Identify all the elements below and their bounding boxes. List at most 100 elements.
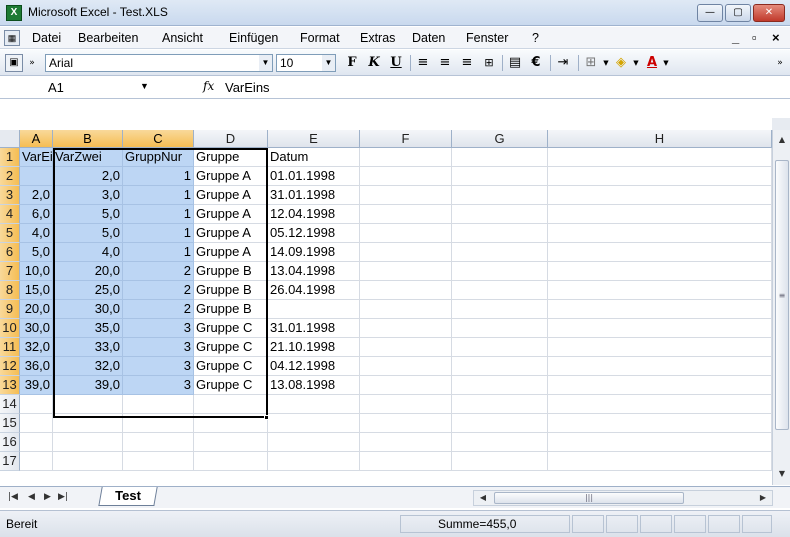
cell-h15[interactable] bbox=[548, 414, 772, 433]
cell-e13[interactable]: 13.08.1998 bbox=[268, 376, 360, 395]
cell-e17[interactable] bbox=[268, 452, 360, 471]
cell-b7[interactable]: 20,0 bbox=[53, 262, 123, 281]
cell-e4[interactable]: 12.04.1998 bbox=[268, 205, 360, 224]
cell-g11[interactable] bbox=[452, 338, 548, 357]
menu-bearbeiten[interactable]: Bearbeiten bbox=[78, 31, 138, 45]
align-left-icon[interactable]: ≡ bbox=[414, 54, 432, 72]
scroll-down-icon[interactable]: ▼ bbox=[774, 466, 790, 482]
cell-e16[interactable] bbox=[268, 433, 360, 452]
column-header-d[interactable]: D bbox=[194, 130, 268, 148]
cell-h3[interactable] bbox=[548, 186, 772, 205]
cell-c9[interactable]: 2 bbox=[123, 300, 194, 319]
fill-color-icon[interactable]: ◈ bbox=[612, 54, 630, 72]
cell-h1[interactable] bbox=[548, 148, 772, 167]
cell-c13[interactable]: 3 bbox=[123, 376, 194, 395]
cell-h12[interactable] bbox=[548, 357, 772, 376]
cell-g12[interactable] bbox=[452, 357, 548, 376]
row-header[interactable]: 5 bbox=[0, 224, 20, 243]
cell-d10[interactable]: Gruppe C bbox=[194, 319, 268, 338]
cell-f13[interactable] bbox=[360, 376, 452, 395]
cell-a15[interactable] bbox=[20, 414, 53, 433]
first-sheet-icon[interactable]: |◀ bbox=[8, 492, 18, 502]
minimize-button[interactable]: — bbox=[697, 4, 723, 22]
cell-b13[interactable]: 39,0 bbox=[53, 376, 123, 395]
cell-f9[interactable] bbox=[360, 300, 452, 319]
cell-a14[interactable] bbox=[20, 395, 53, 414]
font-size-combo[interactable]: 10 ▼ bbox=[276, 54, 336, 72]
cell-f6[interactable] bbox=[360, 243, 452, 262]
cell-g13[interactable] bbox=[452, 376, 548, 395]
vertical-scrollbar[interactable]: ▲ ≡ ▼ bbox=[772, 130, 790, 485]
cell-h13[interactable] bbox=[548, 376, 772, 395]
scroll-right-icon[interactable]: ▶ bbox=[756, 491, 770, 505]
cell-c12[interactable]: 3 bbox=[123, 357, 194, 376]
scroll-left-icon[interactable]: ◀ bbox=[476, 491, 490, 505]
cell-d3[interactable]: Gruppe A bbox=[194, 186, 268, 205]
font-name-combo[interactable]: Arial ▼ bbox=[45, 54, 273, 72]
toolbar-overflow-icon[interactable]: » bbox=[774, 54, 786, 72]
column-header-g[interactable]: G bbox=[452, 130, 548, 148]
cell-c10[interactable]: 3 bbox=[123, 319, 194, 338]
scroll-up-icon[interactable]: ▲ bbox=[774, 132, 790, 148]
menu-daten[interactable]: Daten bbox=[412, 31, 445, 45]
toolbar-options-icon[interactable]: ▣ bbox=[5, 54, 23, 72]
cell-e5[interactable]: 05.12.1998 bbox=[268, 224, 360, 243]
row-header[interactable]: 1 bbox=[0, 148, 20, 167]
cell-c4[interactable]: 1 bbox=[123, 205, 194, 224]
cell-g7[interactable] bbox=[452, 262, 548, 281]
cell-a12[interactable]: 36,0 bbox=[20, 357, 53, 376]
workbook-icon[interactable]: ▦ bbox=[4, 30, 20, 46]
indent-icon[interactable]: ⇥ bbox=[554, 54, 572, 72]
cell-c14[interactable] bbox=[123, 395, 194, 414]
cell-c1[interactable]: GruppNur bbox=[123, 148, 194, 167]
cell-d13[interactable]: Gruppe C bbox=[194, 376, 268, 395]
cell-h10[interactable] bbox=[548, 319, 772, 338]
cell-d4[interactable]: Gruppe A bbox=[194, 205, 268, 224]
cell-c11[interactable]: 3 bbox=[123, 338, 194, 357]
split-box[interactable] bbox=[772, 118, 790, 130]
cell-b9[interactable]: 30,0 bbox=[53, 300, 123, 319]
cell-g16[interactable] bbox=[452, 433, 548, 452]
cell-a5[interactable]: 4,0 bbox=[20, 224, 53, 243]
cell-d11[interactable]: Gruppe C bbox=[194, 338, 268, 357]
cell-a1[interactable]: VarEins bbox=[20, 148, 67, 167]
font-color-button[interactable]: A bbox=[644, 54, 660, 72]
cell-g4[interactable] bbox=[452, 205, 548, 224]
row-header[interactable]: 2 bbox=[0, 167, 20, 186]
cell-d16[interactable] bbox=[194, 433, 268, 452]
cell-b16[interactable] bbox=[53, 433, 123, 452]
cell-a8[interactable]: 15,0 bbox=[20, 281, 53, 300]
menu-datei[interactable]: Datei bbox=[32, 31, 61, 45]
doc-restore-button[interactable]: ▫ bbox=[752, 30, 757, 45]
cell-c5[interactable]: 1 bbox=[123, 224, 194, 243]
cell-b14[interactable] bbox=[53, 395, 123, 414]
cell-f3[interactable] bbox=[360, 186, 452, 205]
cell-h16[interactable] bbox=[548, 433, 772, 452]
cell-b3[interactable]: 3,0 bbox=[53, 186, 123, 205]
cell-e12[interactable]: 04.12.1998 bbox=[268, 357, 360, 376]
column-header-e[interactable]: E bbox=[268, 130, 360, 148]
row-header[interactable]: 7 bbox=[0, 262, 20, 281]
chevron-down-icon[interactable]: ▼ bbox=[322, 55, 335, 71]
cell-c3[interactable]: 1 bbox=[123, 186, 194, 205]
horizontal-scroll-thumb[interactable]: ||| bbox=[494, 492, 684, 504]
cell-b6[interactable]: 4,0 bbox=[53, 243, 123, 262]
cell-f17[interactable] bbox=[360, 452, 452, 471]
cell-h5[interactable] bbox=[548, 224, 772, 243]
italic-button[interactable]: K bbox=[366, 54, 382, 72]
row-header[interactable]: 9 bbox=[0, 300, 20, 319]
row-header[interactable]: 12 bbox=[0, 357, 20, 376]
align-right-icon[interactable]: ≡ bbox=[458, 54, 476, 72]
cell-d15[interactable] bbox=[194, 414, 268, 433]
cell-g1[interactable] bbox=[452, 148, 548, 167]
cell-a11[interactable]: 32,0 bbox=[20, 338, 53, 357]
cell-a10[interactable]: 30,0 bbox=[20, 319, 53, 338]
cell-b5[interactable]: 5,0 bbox=[53, 224, 123, 243]
cell-f14[interactable] bbox=[360, 395, 452, 414]
row-header[interactable]: 11 bbox=[0, 338, 20, 357]
cell-b4[interactable]: 5,0 bbox=[53, 205, 123, 224]
chevron-down-icon[interactable]: ▼ bbox=[662, 54, 670, 72]
cell-e14[interactable] bbox=[268, 395, 360, 414]
cell-g2[interactable] bbox=[452, 167, 548, 186]
cell-d9[interactable]: Gruppe B bbox=[194, 300, 268, 319]
